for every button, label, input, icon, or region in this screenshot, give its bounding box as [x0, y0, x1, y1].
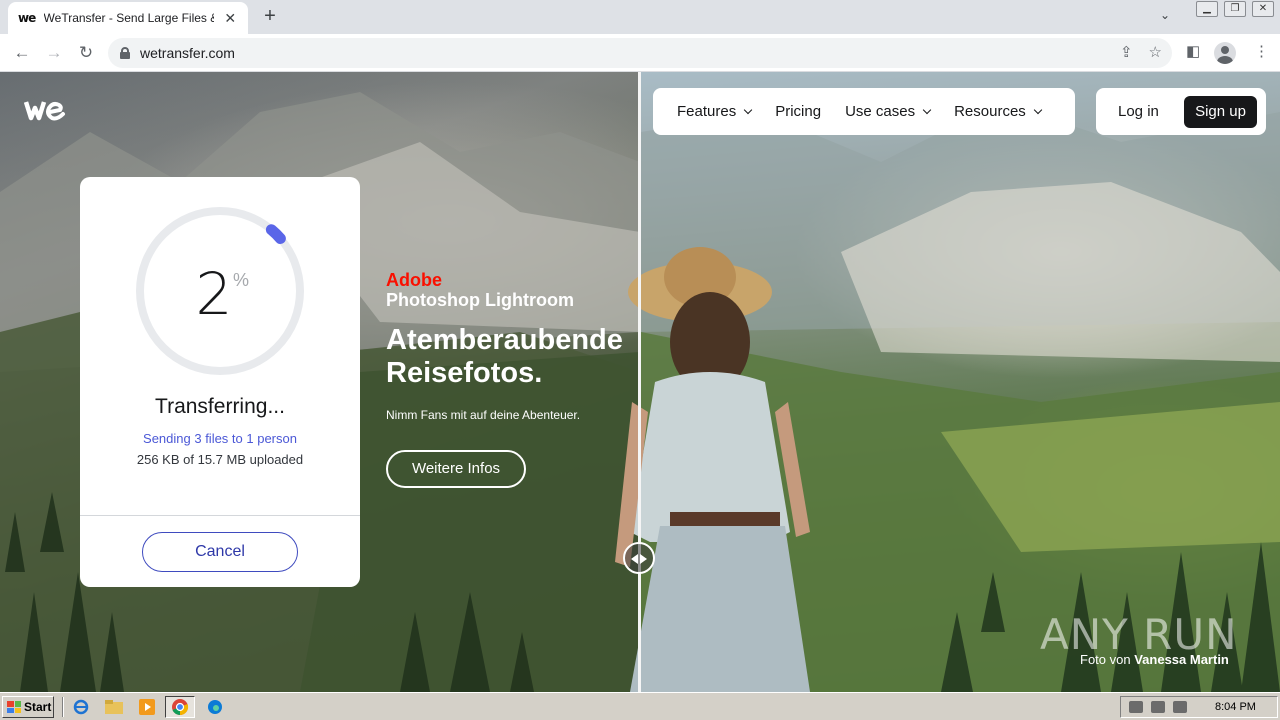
percent-sign: % [233, 270, 250, 290]
progress-percent-value: 2 [195, 260, 233, 328]
ad-panel: Adobe Photoshop Lightroom Atemberaubende… [386, 270, 636, 488]
chrome-icon[interactable] [165, 696, 195, 718]
comparison-divider[interactable] [638, 72, 641, 692]
cancel-button[interactable]: Cancel [142, 532, 298, 572]
chevron-down-icon [743, 105, 753, 115]
login-button[interactable]: Log in [1118, 103, 1184, 120]
restore-button[interactable]: ❐ [1224, 1, 1246, 17]
browser-toolbar: ← → ↻ wetransfer.com ⇪ ☆ ◧ ⋮ [0, 34, 1280, 72]
taskbar-separator [62, 697, 64, 717]
browser-tabbar: we WeTransfer - Send Large Files & Sha ✕… [0, 0, 1280, 34]
lock-icon[interactable] [120, 47, 130, 59]
clock[interactable]: 8:04 PM [1215, 701, 1256, 713]
nav-item-label: Features [677, 103, 737, 120]
ad-brand: Adobe [386, 270, 442, 290]
edge-icon[interactable] [204, 697, 226, 717]
page-viewport: Features Pricing Use cases Resources Log… [0, 72, 1280, 692]
ie-icon[interactable] [70, 697, 92, 717]
main-nav: Features Pricing Use cases Resources [653, 88, 1075, 135]
chevron-down-icon [1033, 105, 1043, 115]
url-text[interactable]: wetransfer.com [140, 45, 235, 61]
media-player-icon[interactable] [136, 697, 158, 717]
address-bar[interactable]: wetransfer.com ⇪ ☆ [108, 38, 1172, 68]
new-tab-button[interactable]: + [258, 5, 282, 29]
chevron-down-icon [922, 105, 932, 115]
wetransfer-logo-icon[interactable] [24, 100, 66, 122]
start-button[interactable]: Start [2, 696, 54, 718]
ad-headline: Atemberaubende Reisefotos. [386, 324, 623, 389]
folder-icon[interactable] [103, 697, 125, 717]
transfer-card: 2 % Transferring... Sending 3 files to 1… [80, 177, 360, 587]
browser-tab[interactable]: we WeTransfer - Send Large Files & Sha ✕ [8, 2, 248, 34]
system-tray: 8:04 PM [1120, 696, 1278, 718]
windows-logo-icon [7, 701, 21, 713]
ad-body-text: Nimm Fans mit auf deine Abenteuer. [386, 408, 581, 422]
network-icon[interactable] [1151, 701, 1165, 713]
nav-item-pricing[interactable]: Pricing [775, 103, 821, 120]
ad-product: Photoshop Lightroom [386, 290, 574, 310]
flag-icon[interactable] [1173, 701, 1187, 713]
wetransfer-favicon-icon: we [18, 11, 36, 25]
photo-credit-name[interactable]: Vanessa Martin [1134, 652, 1229, 667]
tab-title: WeTransfer - Send Large Files & Sha [43, 11, 215, 25]
side-panel-icon[interactable]: ◧ [1186, 42, 1200, 60]
window-close-button[interactable]: ✕ [1252, 1, 1274, 17]
transfer-status-title: Transferring... [155, 395, 285, 418]
nav-item-label: Use cases [845, 103, 916, 120]
nav-item-label: Resources [954, 103, 1026, 120]
window-controls: ▁ ❐ ✕ [1196, 0, 1274, 18]
forward-arrow-icon[interactable]: → [42, 41, 66, 65]
volume-icon[interactable] [1129, 701, 1143, 713]
auth-bar: Log in Sign up [1096, 88, 1266, 135]
reload-icon[interactable]: ↻ [74, 41, 98, 65]
slider-handle-icon[interactable] [623, 542, 655, 574]
close-icon[interactable]: ✕ [222, 10, 238, 27]
menu-kebab-icon[interactable]: ⋮ [1254, 42, 1269, 60]
ad-cta-button[interactable]: Weitere Infos [386, 450, 526, 488]
back-arrow-icon[interactable]: ← [10, 41, 34, 65]
signup-button[interactable]: Sign up [1184, 95, 1257, 128]
transfer-size-text: 256 KB of 15.7 MB uploaded [136, 452, 304, 467]
transfer-recipients-text: Sending 3 files to 1 person [143, 431, 297, 446]
minimize-button[interactable]: ▁ [1196, 1, 1218, 17]
nav-item-use-cases[interactable]: Use cases [845, 103, 932, 120]
tab-search-button[interactable]: ⌄ [1160, 8, 1170, 22]
photo-credit[interactable]: Foto von Vanessa Martin [1080, 652, 1229, 667]
nav-item-label: Pricing [775, 103, 822, 120]
card-divider [80, 515, 360, 516]
windows-taskbar: Start 8:04 PM [0, 692, 1280, 720]
share-icon[interactable]: ⇪ [1120, 43, 1133, 61]
photo-credit-prefix: Foto von [1080, 652, 1131, 667]
start-label: Start [24, 700, 52, 714]
progress-percent: 2 % [80, 232, 360, 328]
bookmark-star-icon[interactable]: ☆ [1149, 43, 1162, 61]
nav-item-resources[interactable]: Resources [954, 103, 1043, 120]
nav-item-features[interactable]: Features [677, 103, 753, 120]
profile-avatar-icon[interactable] [1214, 42, 1236, 64]
